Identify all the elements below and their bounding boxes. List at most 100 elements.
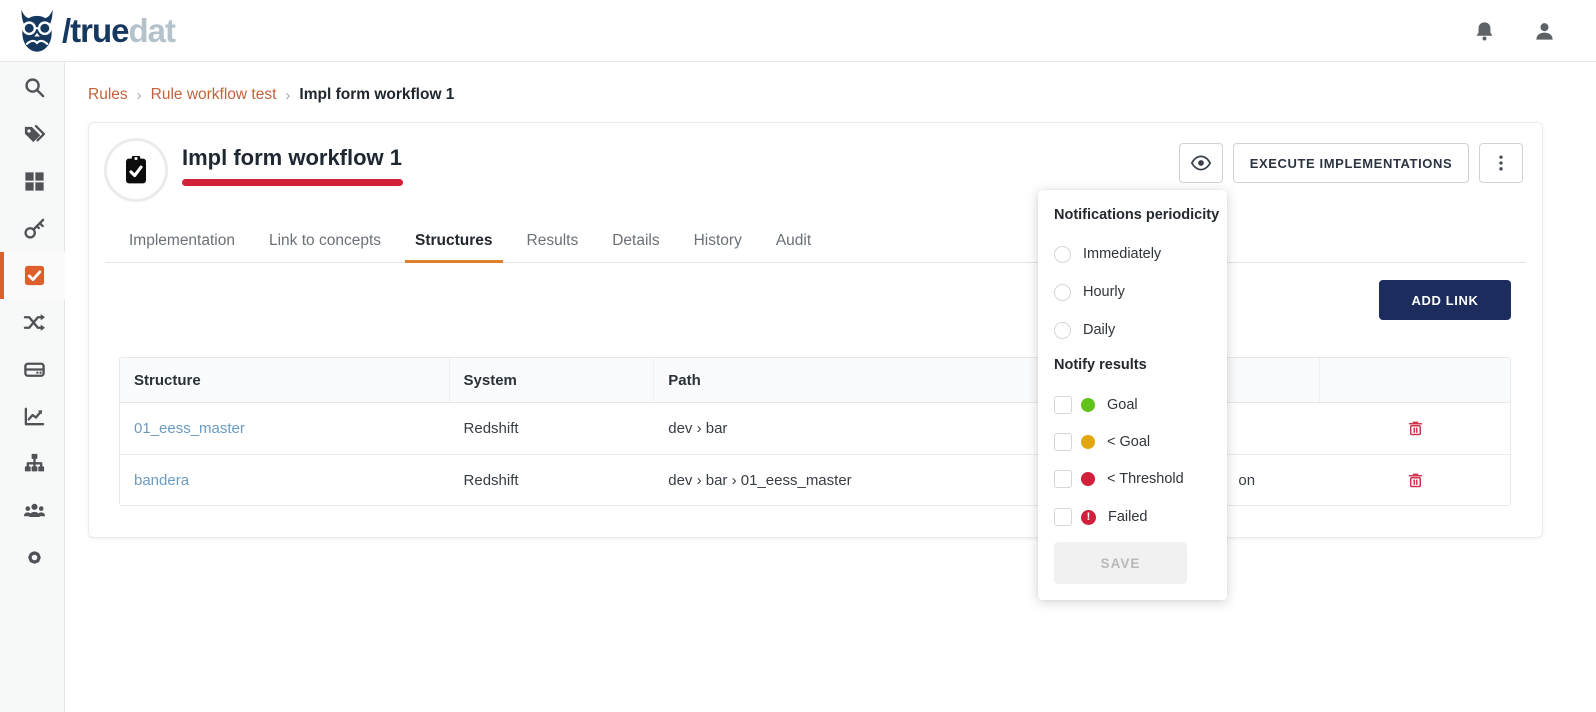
radio-immediately[interactable] [1054,246,1071,263]
radio-daily[interactable] [1054,322,1071,339]
users-icon [23,499,46,522]
tab-link-to-concepts[interactable]: Link to concepts [259,223,391,263]
brand-wordmark: /truedat [62,14,175,47]
checkbox-label: Failed [1108,509,1148,525]
checkbox-option-lt-threshold[interactable]: < Threshold [1054,467,1184,491]
tab-audit[interactable]: Audit [766,223,821,263]
column-header-actions [1320,358,1510,402]
sitemap-icon [23,452,46,475]
breadcrumb-current: Impl form workflow 1 [299,86,454,104]
structures-table: Structure System Path 01_eess_master Red… [119,357,1511,506]
sidebar-item-data-sources[interactable] [0,346,65,393]
checkbox-label: < Threshold [1107,471,1184,487]
radio-label: Hourly [1083,284,1125,300]
trash-icon [1406,419,1425,438]
column-header-system: System [450,358,655,402]
add-link-button[interactable]: ADD LINK [1379,280,1511,320]
execute-implementations-label: EXECUTE IMPLEMENTATIONS [1250,156,1453,171]
checkbox-goal[interactable] [1054,396,1072,414]
breadcrumb-separator: › [137,87,142,104]
sidebar-item-quality-rules[interactable] [0,252,65,299]
column-header-structure: Structure [120,358,450,402]
tab-history[interactable]: History [684,223,752,263]
title-status-bar [182,179,403,186]
breadcrumb-link-rules[interactable]: Rules [88,86,128,104]
shuffle-icon [23,311,46,334]
sidebar-item-lineage[interactable] [0,299,65,346]
lt-goal-status-dot [1081,435,1095,449]
sidebar-item-dashboards[interactable] [0,393,65,440]
failed-exclamation-icon: ! [1081,510,1096,525]
structure-link[interactable]: bandera [134,472,189,489]
notifications-bell-button[interactable] [1464,11,1504,51]
tab-results[interactable]: Results [517,223,589,263]
eye-icon [1190,152,1212,174]
notifications-popup: Notifications periodicity Immediately Ho… [1038,190,1227,600]
search-icon [23,76,46,99]
notify-results-title: Notify results [1054,357,1147,373]
bell-icon [1473,20,1496,43]
clipboard-check-icon [120,154,152,186]
tab-strip: Implementation Link to concepts Structur… [105,223,1526,263]
gear-icon [23,546,46,569]
tab-implementation[interactable]: Implementation [119,223,245,263]
checkbox-failed[interactable] [1054,508,1072,526]
key-icon [23,217,46,240]
tags-icon [23,123,46,146]
user-menu-button[interactable] [1524,11,1564,51]
system-cell: Redshift [450,403,655,454]
goal-status-dot [1081,398,1095,412]
radio-label: Immediately [1083,246,1161,262]
kebab-menu-icon [1491,153,1511,173]
checkbox-lt-threshold[interactable] [1054,470,1072,488]
save-button[interactable]: SAVE [1054,542,1187,584]
radio-option-immediately[interactable]: Immediately [1054,242,1161,266]
grid-icon [23,170,46,193]
execute-implementations-button[interactable]: EXECUTE IMPLEMENTATIONS [1233,143,1469,183]
check-square-icon [23,264,46,287]
implementation-card: Impl form workflow 1 EXECUTE IMPLEMENTAT… [88,122,1543,538]
truedat-logo[interactable]: /truedat [14,9,175,53]
sidebar-item-search[interactable] [0,64,65,111]
implementation-avatar [104,138,168,202]
user-icon [1533,20,1556,43]
radio-hourly[interactable] [1054,284,1071,301]
sidebar-item-taxonomy[interactable] [0,440,65,487]
radio-option-daily[interactable]: Daily [1054,318,1115,342]
radio-option-hourly[interactable]: Hourly [1054,280,1125,304]
table-header-row: Structure System Path [120,358,1510,403]
breadcrumb-separator: › [285,87,290,104]
table-row: 01_eess_master Redshift dev › bar [120,403,1510,454]
breadcrumb: Rules › Rule workflow test › Impl form w… [88,86,454,104]
sidebar-item-permissions[interactable] [0,205,65,252]
structure-link[interactable]: 01_eess_master [134,420,245,437]
checkbox-lt-goal[interactable] [1054,433,1072,451]
checkbox-label: < Goal [1107,434,1150,450]
owl-logo-icon [14,9,60,53]
top-header: /truedat [0,0,1596,62]
sidebar-item-grid[interactable] [0,158,65,205]
sidebar-item-settings[interactable] [0,534,65,581]
tab-structures[interactable]: Structures [405,223,503,263]
page-title: Impl form workflow 1 [182,145,402,171]
checkbox-label: Goal [1107,397,1138,413]
table-row: bandera Redshift dev › bar › 01_eess_mas… [120,454,1510,505]
lt-threshold-status-dot [1081,472,1095,486]
checkbox-option-goal[interactable]: Goal [1054,393,1138,417]
delete-link-button[interactable] [1406,419,1425,438]
sidebar-item-user-groups[interactable] [0,487,65,534]
tab-details[interactable]: Details [602,223,669,263]
delete-link-button[interactable] [1406,471,1425,490]
notifications-periodicity-title: Notifications periodicity [1054,207,1219,223]
preview-button[interactable] [1179,143,1223,183]
breadcrumb-link-rule-workflow-test[interactable]: Rule workflow test [151,86,277,104]
drive-icon [23,358,46,381]
trash-icon [1406,471,1425,490]
left-sidebar [0,62,65,712]
system-cell: Redshift [450,455,655,505]
sidebar-item-tags[interactable] [0,111,65,158]
more-actions-button[interactable] [1479,143,1523,183]
checkbox-option-lt-goal[interactable]: < Goal [1054,430,1150,454]
radio-label: Daily [1083,322,1115,338]
checkbox-option-failed[interactable]: ! Failed [1054,505,1148,529]
